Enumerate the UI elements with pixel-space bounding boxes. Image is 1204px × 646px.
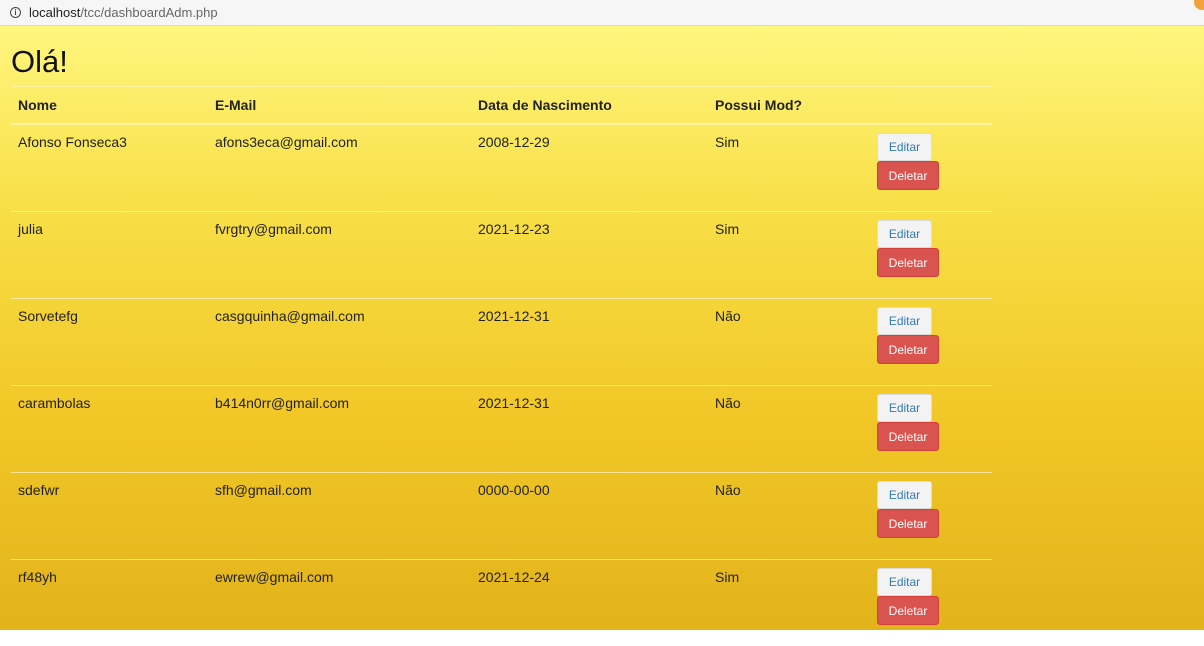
- header-nascimento: Data de Nascimento: [471, 87, 708, 125]
- table-header-row: Nome E-Mail Data de Nascimento Possui Mo…: [11, 87, 992, 125]
- table-row: julia fvrgtry@gmail.com 2021-12-23 Sim E…: [11, 212, 992, 299]
- cell-nascimento: 2021-12-23: [471, 212, 708, 299]
- edit-button[interactable]: Editar: [877, 133, 932, 161]
- cell-email: b414n0rr@gmail.com: [208, 386, 471, 473]
- extension-icon[interactable]: [1194, 0, 1204, 10]
- cell-actions: Editar Deletar: [870, 299, 992, 386]
- info-icon[interactable]: i: [10, 7, 21, 18]
- table-row: sdefwr sfh@gmail.com 0000-00-00 Não Edit…: [11, 473, 992, 560]
- table-row: carambolas b414n0rr@gmail.com 2021-12-31…: [11, 386, 992, 473]
- delete-button[interactable]: Deletar: [877, 161, 939, 190]
- cell-email: casgquinha@gmail.com: [208, 299, 471, 386]
- cell-nascimento: 0000-00-00: [471, 473, 708, 560]
- cell-email: sfh@gmail.com: [208, 473, 471, 560]
- edit-button[interactable]: Editar: [877, 481, 932, 509]
- cell-actions: Editar Deletar: [870, 473, 992, 560]
- cell-email: fvrgtry@gmail.com: [208, 212, 471, 299]
- cell-nome: sdefwr: [11, 473, 208, 560]
- delete-button[interactable]: Deletar: [877, 509, 939, 538]
- cell-actions: Editar Deletar: [870, 386, 992, 473]
- cell-email: ewrew@gmail.com: [208, 560, 471, 646]
- cell-nome: carambolas: [11, 386, 208, 473]
- delete-button[interactable]: Deletar: [877, 422, 939, 451]
- cell-mod: Sim: [708, 124, 870, 212]
- cell-actions: Editar Deletar: [870, 124, 992, 212]
- table-row: Sorvetefg casgquinha@gmail.com 2021-12-3…: [11, 299, 992, 386]
- edit-button[interactable]: Editar: [877, 394, 932, 422]
- edit-button[interactable]: Editar: [877, 220, 932, 248]
- cell-nascimento: 2021-12-24: [471, 560, 708, 646]
- cell-nascimento: 2008-12-29: [471, 124, 708, 212]
- cell-nome: Sorvetefg: [11, 299, 208, 386]
- delete-button[interactable]: Deletar: [877, 596, 939, 625]
- header-nome: Nome: [11, 87, 208, 125]
- delete-button[interactable]: Deletar: [877, 248, 939, 277]
- header-mod: Possui Mod?: [708, 87, 870, 125]
- header-actions: [870, 87, 992, 125]
- page-content: Olá! Nome E-Mail Data de Nascimento Poss…: [0, 26, 1204, 630]
- cell-actions: Editar Deletar: [870, 212, 992, 299]
- url-path: /tcc/dashboardAdm.php: [80, 5, 217, 20]
- users-table: Nome E-Mail Data de Nascimento Possui Mo…: [11, 86, 992, 646]
- url-host: localhost: [29, 5, 80, 20]
- cell-nome: Afonso Fonseca3: [11, 124, 208, 212]
- url-text[interactable]: localhost/tcc/dashboardAdm.php: [29, 5, 218, 20]
- cell-nome: rf48yh: [11, 560, 208, 646]
- cell-nome: julia: [11, 212, 208, 299]
- header-email: E-Mail: [208, 87, 471, 125]
- cell-email: afons3eca@gmail.com: [208, 124, 471, 212]
- page-title: Olá!: [11, 44, 68, 80]
- cell-mod: Sim: [708, 560, 870, 646]
- edit-button[interactable]: Editar: [877, 307, 932, 335]
- cell-mod: Não: [708, 299, 870, 386]
- cell-actions: Editar Deletar: [870, 560, 992, 646]
- table-row: Afonso Fonseca3 afons3eca@gmail.com 2008…: [11, 124, 992, 212]
- edit-button[interactable]: Editar: [877, 568, 932, 596]
- cell-mod: Não: [708, 386, 870, 473]
- table-row: rf48yh ewrew@gmail.com 2021-12-24 Sim Ed…: [11, 560, 992, 646]
- address-bar[interactable]: i localhost/tcc/dashboardAdm.php: [0, 0, 1204, 26]
- cell-mod: Sim: [708, 212, 870, 299]
- cell-mod: Não: [708, 473, 870, 560]
- cell-nascimento: 2021-12-31: [471, 386, 708, 473]
- cell-nascimento: 2021-12-31: [471, 299, 708, 386]
- delete-button[interactable]: Deletar: [877, 335, 939, 364]
